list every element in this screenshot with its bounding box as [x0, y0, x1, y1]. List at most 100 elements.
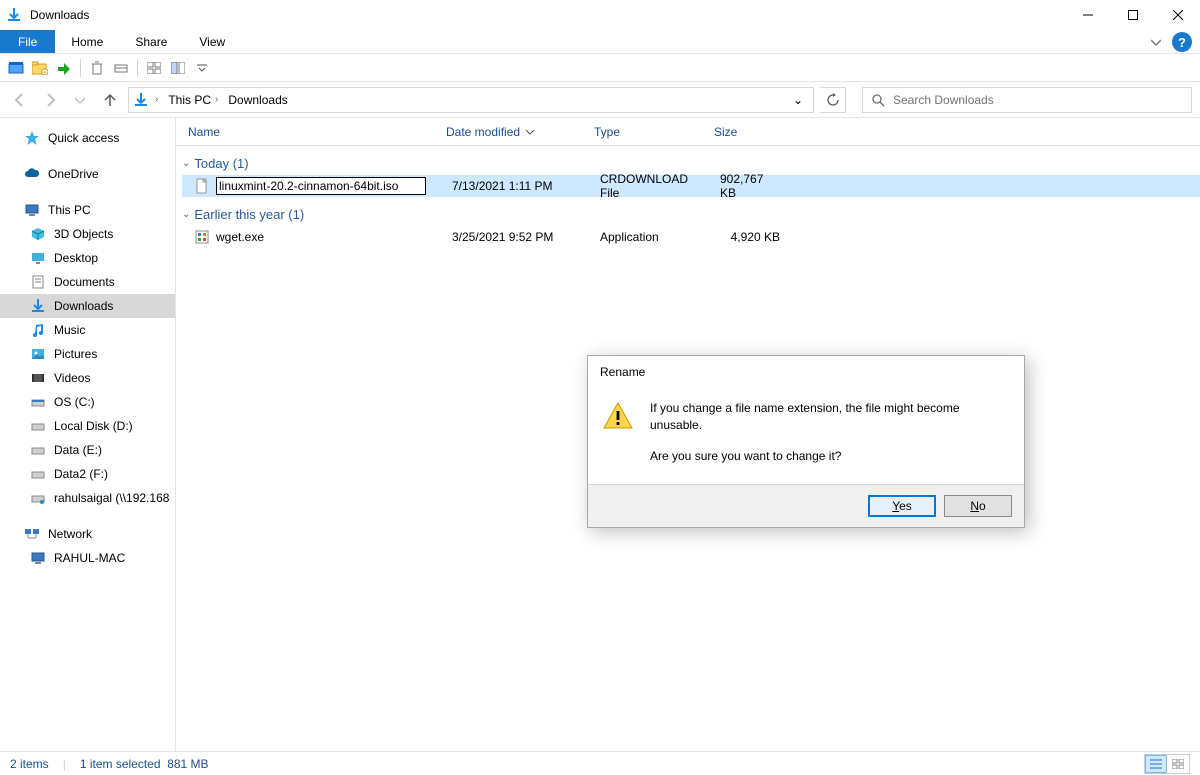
nav-label: Desktop	[54, 251, 98, 265]
details-view-button[interactable]	[1145, 755, 1167, 773]
nav-documents[interactable]: Documents	[0, 270, 175, 294]
nav-label: 3D Objects	[54, 227, 113, 241]
cell-date: 3/25/2021 9:52 PM	[442, 230, 590, 244]
qat-dropdown-icon[interactable]	[192, 58, 212, 78]
nav-data2-f[interactable]: Data2 (F:)	[0, 462, 175, 486]
nav-back-button[interactable]	[8, 88, 32, 112]
qat-properties-icon[interactable]	[6, 58, 26, 78]
group-earlier[interactable]: ⌄Earlier this year (1)	[182, 205, 1200, 226]
nav-local-d[interactable]: Local Disk (D:)	[0, 414, 175, 438]
column-name[interactable]: Name	[176, 118, 436, 145]
cell-type: CRDOWNLOAD File	[590, 172, 710, 200]
tab-home[interactable]: Home	[55, 30, 119, 53]
tab-share[interactable]: Share	[119, 30, 183, 53]
chevron-down-icon: ⌄	[182, 209, 190, 220]
search-input[interactable]	[893, 93, 1183, 107]
nav-os-c[interactable]: OS (C:)	[0, 390, 175, 414]
drive-icon	[30, 418, 46, 434]
svg-text:✦: ✦	[43, 70, 47, 75]
nav-music[interactable]: Music	[0, 318, 175, 342]
nav-3d-objects[interactable]: 3D Objects	[0, 222, 175, 246]
status-item-count: 2 items	[10, 757, 49, 771]
cloud-icon	[24, 166, 40, 182]
document-icon	[30, 274, 46, 290]
nav-data-e[interactable]: Data (E:)	[0, 438, 175, 462]
file-list-area: Name Date modified Type Size ⌄Today (1) …	[176, 118, 1200, 751]
nav-label: Quick access	[48, 131, 119, 145]
nav-forward-button[interactable]	[38, 88, 62, 112]
nav-this-pc[interactable]: This PC	[0, 198, 175, 222]
column-headers: Name Date modified Type Size	[176, 118, 1200, 146]
breadcrumb-downloads[interactable]: Downloads	[224, 88, 291, 112]
nav-network-location[interactable]: rahulsaigal (\\192.168	[0, 486, 175, 510]
close-button[interactable]	[1155, 0, 1200, 30]
search-box[interactable]	[862, 87, 1192, 113]
maximize-button[interactable]	[1110, 0, 1155, 30]
qat-layout-icon[interactable]	[144, 58, 164, 78]
nav-desktop[interactable]: Desktop	[0, 246, 175, 270]
sort-desc-icon	[526, 128, 534, 136]
chevron-right-icon[interactable]: ›	[155, 94, 158, 105]
dialog-text: If you change a file name extension, the…	[650, 400, 1010, 464]
nav-label: OS (C:)	[54, 395, 95, 409]
navigation-pane: Quick access OneDrive This PC 3D Objects…	[0, 118, 176, 751]
cell-size: 902,767 KB	[710, 172, 790, 200]
cell-type: Application	[590, 230, 710, 244]
ribbon-collapse-button[interactable]	[1144, 30, 1168, 53]
nav-label: Videos	[54, 371, 90, 385]
nav-recent-dropdown[interactable]	[68, 88, 92, 112]
videos-icon	[30, 370, 46, 386]
column-type[interactable]: Type	[584, 118, 704, 145]
qat-new-folder-icon[interactable]: ✦	[30, 58, 50, 78]
nav-downloads[interactable]: Downloads	[0, 294, 175, 318]
thumbnails-view-button[interactable]	[1167, 755, 1189, 773]
star-icon	[24, 130, 40, 146]
music-icon	[30, 322, 46, 338]
nav-label: RAHUL-MAC	[54, 551, 125, 565]
refresh-button[interactable]	[820, 87, 846, 113]
qat-details-layout-icon[interactable]	[168, 58, 188, 78]
qat-share-icon[interactable]	[54, 58, 74, 78]
drive-icon	[30, 442, 46, 458]
cell-date: 7/13/2021 1:11 PM	[442, 179, 590, 193]
qat-delete-icon[interactable]	[87, 58, 107, 78]
breadcrumb-this-pc[interactable]: This PC›	[164, 88, 222, 112]
rename-input[interactable]: linuxmint-20.2-cinnamon-64bit.iso	[216, 177, 426, 195]
column-date[interactable]: Date modified	[436, 118, 584, 145]
status-selection: 1 item selected 881 MB	[80, 757, 209, 771]
file-name: wget.exe	[216, 230, 264, 244]
cube-icon	[30, 226, 46, 242]
nav-videos[interactable]: Videos	[0, 366, 175, 390]
yes-button[interactable]: Yes	[868, 495, 936, 517]
nav-label: Pictures	[54, 347, 97, 361]
nav-rahul-mac[interactable]: RAHUL-MAC	[0, 546, 175, 570]
nav-label: Data2 (F:)	[54, 467, 108, 481]
computer-icon	[30, 550, 46, 566]
nav-label: rahulsaigal (\\192.168	[54, 491, 169, 505]
nav-up-button[interactable]	[98, 88, 122, 112]
desktop-icon	[30, 250, 46, 266]
nav-label: OneDrive	[48, 167, 99, 181]
cell-size: 4,920 KB	[710, 230, 790, 244]
nav-pictures[interactable]: Pictures	[0, 342, 175, 366]
minimize-button[interactable]	[1065, 0, 1110, 30]
nav-onedrive[interactable]: OneDrive	[0, 162, 175, 186]
warning-icon	[602, 400, 634, 432]
qat-rename-icon[interactable]	[111, 58, 131, 78]
file-row-wget[interactable]: wget.exe 3/25/2021 9:52 PM Application 4…	[182, 226, 1200, 248]
no-button[interactable]: No	[944, 495, 1012, 517]
network-drive-icon	[30, 490, 46, 506]
help-button[interactable]: ?	[1172, 32, 1192, 52]
file-row-iso[interactable]: linuxmint-20.2-cinnamon-64bit.iso 7/13/2…	[182, 175, 1200, 197]
nav-network[interactable]: Network	[0, 522, 175, 546]
address-history-dropdown[interactable]: ⌄	[787, 93, 809, 107]
column-size[interactable]: Size	[704, 118, 784, 145]
tab-file[interactable]: File	[0, 30, 55, 53]
nav-label: Local Disk (D:)	[54, 419, 133, 433]
exe-icon	[194, 229, 210, 245]
nav-quick-access[interactable]: Quick access	[0, 126, 175, 150]
tab-view[interactable]: View	[183, 30, 241, 53]
nav-label: Music	[54, 323, 85, 337]
ribbon-tabs: File Home Share View ?	[0, 30, 1200, 54]
address-bar[interactable]: › This PC› Downloads ⌄	[128, 87, 814, 113]
